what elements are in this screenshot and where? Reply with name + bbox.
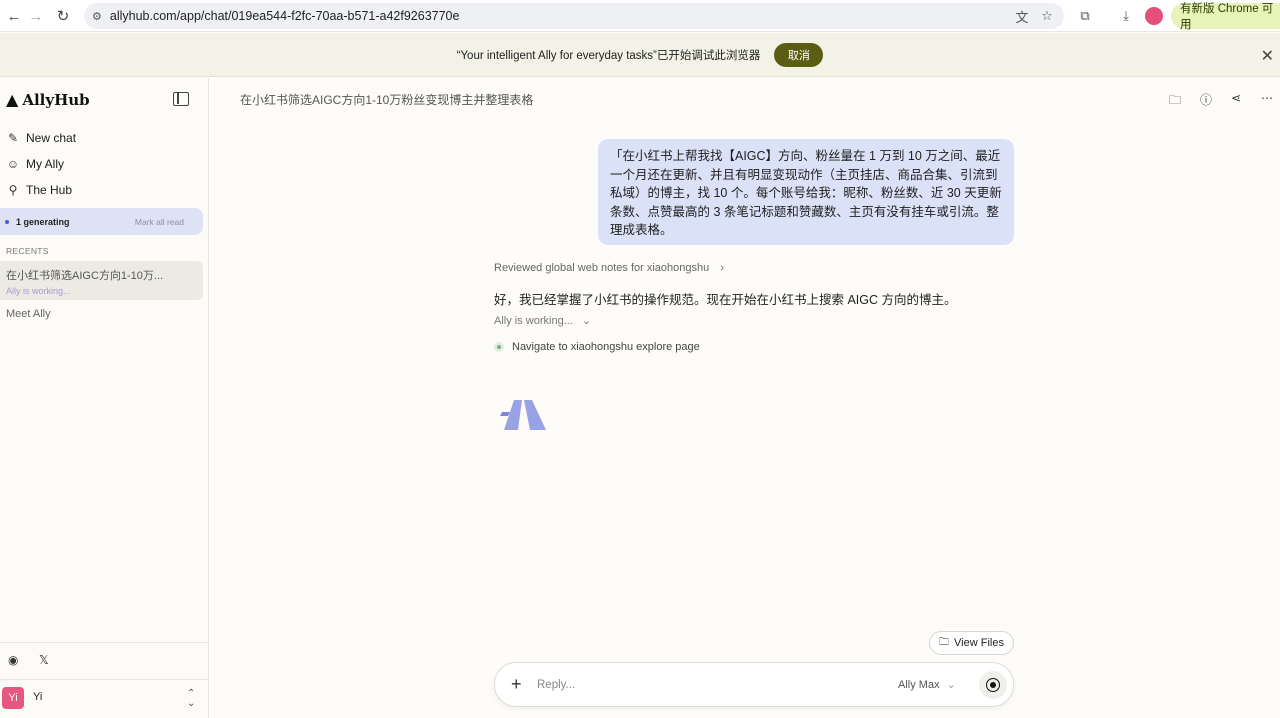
site-settings-icon[interactable]: ⚙: [92, 10, 102, 23]
debug-banner: “Your intelligent Ally for everyday task…: [0, 33, 1280, 77]
folder-icon[interactable]: 🗀: [1169, 91, 1181, 112]
close-icon[interactable]: ✕: [1261, 46, 1274, 66]
generating-dot-icon: [5, 219, 9, 224]
model-select[interactable]: Ally Max ⌄: [898, 678, 956, 691]
chevron-right-icon: ›: [720, 262, 724, 274]
translate-icon[interactable]: 文: [1013, 7, 1031, 25]
profile-avatar-icon[interactable]: [1145, 7, 1163, 25]
sidebar-item-the-hub[interactable]: ⚲ The Hub: [6, 183, 72, 197]
download-icon[interactable]: ⤓: [1116, 6, 1136, 26]
logo-text: AllyHub: [22, 90, 90, 109]
share-icon[interactable]: ⋖: [1231, 91, 1241, 105]
cancel-debug-button[interactable]: 取消: [774, 42, 824, 67]
page-title: 在小红书筛选AIGC方向1-10万粉丝变现博主并整理表格: [240, 93, 534, 107]
chevron-down-icon: ⌄: [946, 679, 956, 691]
sidebar-item-label: The Hub: [26, 183, 73, 197]
reviewed-notes-text: Reviewed global web notes for xiaohongsh…: [494, 262, 710, 274]
composer: + Ally Max ⌄: [494, 662, 1014, 707]
sidebar-item-my-ally[interactable]: ☺ My Ally: [6, 157, 64, 171]
more-icon[interactable]: ⋯: [1261, 91, 1273, 105]
ally-icon: ☺: [6, 157, 20, 171]
divider: [0, 679, 209, 680]
logo[interactable]: ▲ AllyHub: [6, 90, 90, 109]
recent-chat-title: 在小红书筛选AIGC方向1-10万...: [6, 270, 164, 282]
record-icon: [986, 678, 1000, 692]
ally-loading-icon: [500, 400, 546, 430]
mark-all-read-button[interactable]: Mark all read: [135, 217, 184, 227]
toggle-sidebar-icon[interactable]: [173, 92, 189, 106]
generating-status: 1 generating Mark all read: [0, 208, 203, 235]
forward-icon[interactable]: →: [22, 2, 50, 30]
edit-icon: ✎: [7, 131, 19, 145]
info-icon[interactable]: ⓘ: [1200, 91, 1212, 108]
divider: [0, 642, 209, 643]
user-name[interactable]: Yi: [33, 691, 42, 703]
recent-chat-item[interactable]: 在小红书筛选AIGC方向1-10万... Ally is working...: [0, 261, 203, 300]
view-files-label: View Files: [954, 637, 1004, 649]
step-status-icon: [494, 342, 504, 352]
sidebar-item-label: New chat: [26, 131, 77, 145]
model-select-label: Ally Max: [898, 679, 940, 691]
folder-icon: 🗀: [939, 636, 950, 648]
working-status-text: Ally is working...: [494, 315, 573, 327]
chrome-update-button[interactable]: 有新版 Chrome 可用: [1171, 3, 1280, 31]
step-item: Navigate to xiaohongshu explore page: [494, 341, 700, 353]
sidebar-item-new-chat[interactable]: ✎ New chat: [6, 131, 76, 145]
step-label: Navigate to xiaohongshu explore page: [512, 341, 700, 353]
allyhub-logo-icon: ▲: [6, 90, 19, 109]
chevron-updown-icon[interactable]: ⌃ ⌄: [187, 689, 195, 709]
view-files-button[interactable]: 🗀 View Files: [929, 631, 1014, 655]
bookmark-star-icon[interactable]: ☆: [1038, 7, 1056, 25]
meet-ally-link[interactable]: Meet Ally: [6, 308, 51, 320]
address-bar[interactable]: ⚙ allyhub.com/app/chat/019ea544-f2fc-70a…: [84, 3, 1064, 29]
record-button[interactable]: [979, 671, 1007, 699]
avatar[interactable]: Yi: [2, 687, 24, 709]
recent-chat-status: Ally is working...: [6, 286, 71, 296]
reload-icon[interactable]: ↻: [49, 2, 77, 30]
debug-banner-text: “Your intelligent Ally for everyday task…: [456, 49, 761, 62]
sidebar: ▲ AllyHub ✎ New chat ☺ My Ally ⚲ The Hub…: [0, 78, 209, 718]
chevron-down-icon: ⌄: [581, 315, 592, 327]
assistant-message: 好，我已经掌握了小红书的操作规范。现在开始在小红书上搜索 AIGC 方向的博主。: [494, 293, 957, 307]
add-attachment-icon[interactable]: +: [511, 675, 522, 693]
working-toggle[interactable]: Ally is working... ⌄: [494, 314, 591, 327]
reviewed-notes-link[interactable]: Reviewed global web notes for xiaohongsh…: [494, 262, 724, 274]
browser-toolbar: ← → ↻ ⚙ allyhub.com/app/chat/019ea544-f2…: [0, 0, 1280, 32]
hub-icon: ⚲: [8, 183, 18, 197]
user-message: 「在小红书上帮我找【AIGC】方向、粉丝量在 1 万到 10 万之间、最近一个月…: [598, 139, 1014, 245]
extensions-icon[interactable]: ⧉: [1075, 6, 1095, 26]
discord-icon[interactable]: ◉: [8, 653, 18, 667]
url-text: allyhub.com/app/chat/019ea544-f2fc-70aa-…: [109, 9, 460, 23]
generating-label: 1 generating: [16, 216, 70, 227]
sidebar-item-label: My Ally: [26, 157, 65, 171]
reply-input[interactable]: [537, 676, 857, 694]
x-twitter-icon[interactable]: 𝕏: [39, 653, 49, 667]
recents-heading: RECENTS: [6, 246, 49, 256]
